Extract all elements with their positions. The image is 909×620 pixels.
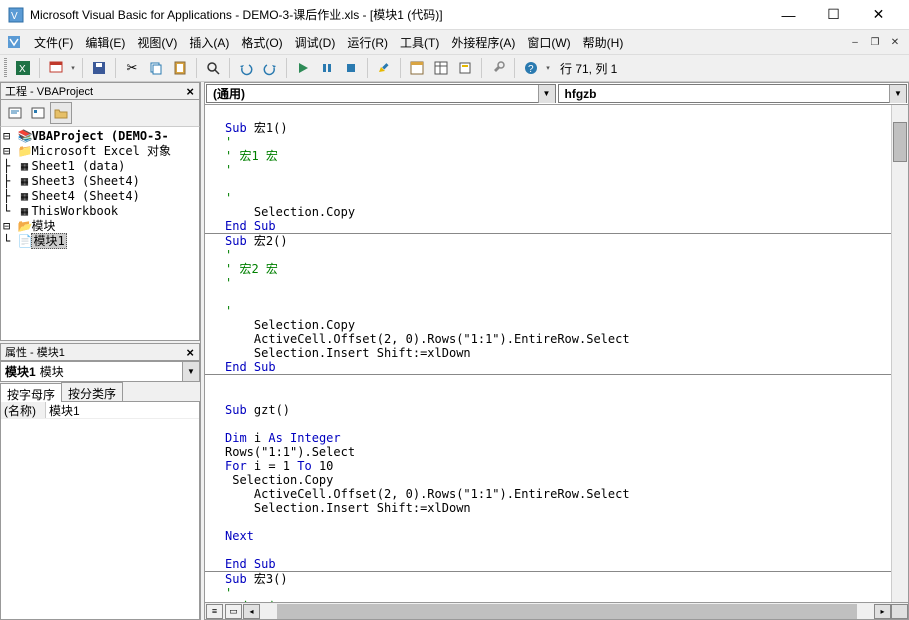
properties-pane-title: 属性 - 模块1	[5, 344, 65, 360]
full-module-view-button[interactable]: ▭	[225, 604, 242, 619]
window-title: Microsoft Visual Basic for Applications …	[30, 6, 766, 23]
copy-icon[interactable]	[145, 57, 167, 79]
minimize-button[interactable]: —	[766, 1, 811, 29]
excel-icon[interactable]: X	[12, 57, 34, 79]
property-object-name: 模块1	[1, 363, 36, 380]
scroll-left-icon[interactable]: ◂	[243, 604, 260, 619]
vba-app-icon: V	[8, 7, 24, 23]
prop-value-cell[interactable]: 模块1	[46, 402, 199, 418]
menu-tools[interactable]: 工具(T)	[394, 32, 445, 53]
procedure-view-button[interactable]: ≡	[206, 604, 223, 619]
code-window: (通用)▼ hfgzb▼ Sub 宏1() ' ' 宏1 宏 ' ' Selec…	[204, 82, 909, 620]
dropdown-arrow-icon[interactable]: ▼	[182, 362, 199, 381]
menu-run[interactable]: 运行(R)	[341, 32, 394, 53]
vba-doc-icon	[6, 34, 22, 50]
code-editor[interactable]: Sub 宏1() ' ' 宏1 宏 ' ' Selection.Copy End…	[205, 105, 908, 602]
view-code-icon[interactable]	[4, 102, 26, 124]
resize-grip[interactable]	[891, 604, 908, 619]
save-icon[interactable]	[88, 57, 110, 79]
project-pane-title: 工程 - VBAProject	[5, 83, 93, 99]
menu-debug[interactable]: 调试(D)	[289, 32, 342, 53]
reset-icon[interactable]	[340, 57, 362, 79]
code-footer: ≡ ▭ ◂ ▸	[205, 602, 908, 619]
menubar: 文件(F) 编辑(E) 视图(V) 插入(A) 格式(O) 调试(D) 运行(R…	[0, 30, 909, 54]
menu-edit[interactable]: 编辑(E)	[79, 32, 131, 53]
view-object-icon[interactable]	[27, 102, 49, 124]
toolbox-icon[interactable]	[487, 57, 509, 79]
scrollbar-thumb[interactable]	[277, 604, 857, 619]
break-icon[interactable]	[316, 57, 338, 79]
scroll-right-icon[interactable]: ▸	[874, 604, 891, 619]
svg-text:?: ?	[528, 64, 534, 75]
menu-insert[interactable]: 插入(A)	[183, 32, 235, 53]
procedure-dropdown[interactable]: hfgzb▼	[558, 84, 908, 103]
tab-categorized[interactable]: 按分类序	[61, 382, 123, 401]
project-toolbar	[0, 100, 200, 126]
find-icon[interactable]	[202, 57, 224, 79]
toolbar: X ▾ ✂ ? ▾ 行 71, 列 1	[0, 54, 909, 82]
toggle-folders-icon[interactable]	[50, 102, 72, 124]
help-icon[interactable]: ?	[520, 57, 542, 79]
properties-pane-header: 属性 - 模块1 ×	[0, 343, 200, 361]
object-browser-icon[interactable]	[454, 57, 476, 79]
properties-icon[interactable]	[430, 57, 452, 79]
mdi-restore-button[interactable]: ❐	[867, 34, 883, 50]
project-pane-header: 工程 - VBAProject ×	[0, 82, 200, 100]
table-row[interactable]: (名称) 模块1	[1, 402, 199, 419]
property-object-selector[interactable]: 模块1 模块 ▼	[0, 361, 200, 382]
project-pane-close-button[interactable]: ×	[183, 84, 197, 99]
scrollbar-thumb[interactable]	[893, 122, 907, 162]
design-mode-icon[interactable]	[373, 57, 395, 79]
paste-icon[interactable]	[169, 57, 191, 79]
insert-userform-icon[interactable]	[45, 57, 67, 79]
project-explorer-icon[interactable]	[406, 57, 428, 79]
mdi-close-button[interactable]: ✕	[887, 34, 903, 50]
menu-view[interactable]: 视图(V)	[131, 32, 183, 53]
project-tree[interactable]: ⊟ 📚VBAProject (DEMO-3- ⊟ 📁Microsoft Exce…	[0, 126, 200, 341]
property-tabs: 按字母序 按分类序	[0, 382, 200, 402]
help-dropdown-icon[interactable]: ▾	[544, 64, 552, 72]
redo-icon[interactable]	[259, 57, 281, 79]
close-button[interactable]: ✕	[856, 1, 901, 29]
toolbar-grip[interactable]	[4, 58, 7, 78]
undo-icon[interactable]	[235, 57, 257, 79]
svg-text:V: V	[11, 11, 18, 22]
property-object-type: 模块	[36, 363, 64, 380]
mdi-minimize-button[interactable]: –	[847, 34, 863, 50]
prop-name-cell: (名称)	[1, 402, 46, 418]
left-column: 工程 - VBAProject × ⊟ 📚VBAProject (DEMO-3-…	[0, 82, 201, 620]
menu-format[interactable]: 格式(O)	[235, 32, 288, 53]
cut-icon[interactable]: ✂	[121, 57, 143, 79]
tab-alphabetic[interactable]: 按字母序	[0, 383, 62, 402]
dropdown-arrow-icon[interactable]: ▼	[889, 85, 906, 103]
menu-help[interactable]: 帮助(H)	[577, 32, 630, 53]
svg-text:X: X	[19, 64, 26, 75]
menu-window[interactable]: 窗口(W)	[521, 32, 576, 53]
insert-dropdown-icon[interactable]: ▾	[69, 64, 77, 72]
run-icon[interactable]	[292, 57, 314, 79]
property-grid[interactable]: (名称) 模块1	[0, 402, 200, 620]
maximize-button[interactable]: ☐	[811, 1, 856, 29]
object-dropdown[interactable]: (通用)▼	[206, 84, 556, 103]
properties-pane-close-button[interactable]: ×	[183, 345, 197, 360]
dropdown-arrow-icon[interactable]: ▼	[538, 85, 555, 103]
cursor-position: 行 71, 列 1	[560, 60, 617, 77]
titlebar: V Microsoft Visual Basic for Application…	[0, 0, 909, 30]
menu-file[interactable]: 文件(F)	[28, 32, 79, 53]
horizontal-scrollbar[interactable]	[260, 604, 874, 619]
menu-addins[interactable]: 外接程序(A)	[445, 32, 521, 53]
vertical-scrollbar[interactable]	[891, 105, 908, 602]
